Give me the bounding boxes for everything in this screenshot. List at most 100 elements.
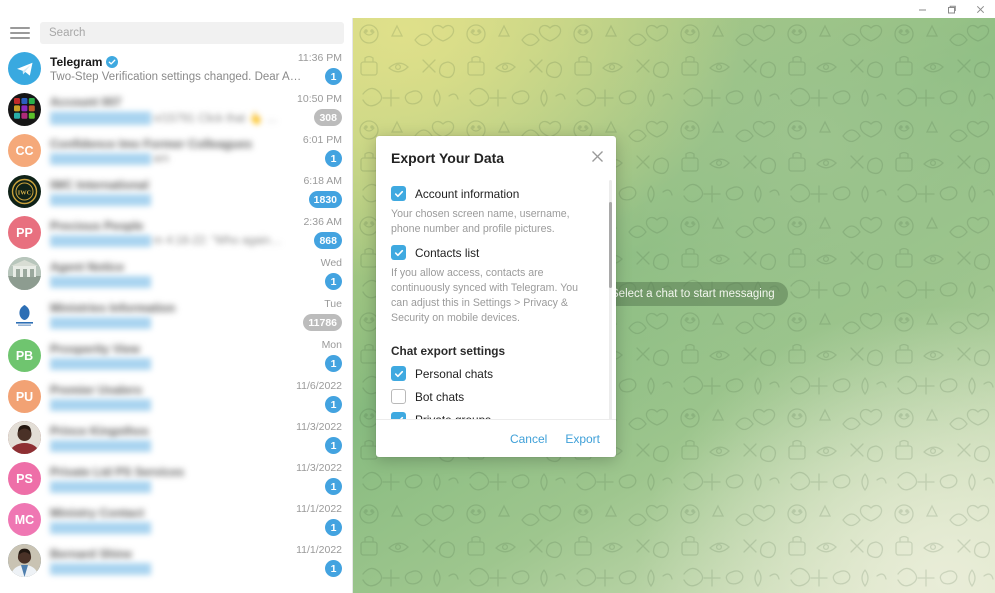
chat-option-label: Bot chats <box>415 389 465 404</box>
chat-item-name: Prince Kingsthos <box>50 423 149 438</box>
chat-item-time: 2:36 AM <box>303 216 342 228</box>
chat-item-preview: ██████████████ <box>50 562 151 575</box>
checkbox-row[interactable]: Account information <box>391 186 602 201</box>
avatar <box>8 544 41 577</box>
chat-item-time: 11/3/2022 <box>296 421 342 433</box>
chat-item-content: Confidence Imo Former Colleagues ████████… <box>50 137 342 165</box>
chat-item-preview: ██████████████ <box>50 398 151 411</box>
unread-badge: 1 <box>325 68 342 85</box>
chat-item-meta: 11/6/2022 1 <box>296 380 342 413</box>
chat-item-title-row: Prosperity View <box>50 342 342 356</box>
chat-item-meta: 11/3/2022 1 <box>296 462 342 495</box>
unread-badge: 1830 <box>308 191 342 208</box>
export-button[interactable]: Export <box>565 432 600 446</box>
chat-item-title-row: Agent Notice <box>50 260 342 274</box>
chat-item-title-row: Ministries Information <box>50 301 342 315</box>
chat-item-time: 11/1/2022 <box>296 544 342 556</box>
chat-checkbox-1[interactable] <box>391 366 406 382</box>
chat-item-name: Account 007 <box>50 94 122 109</box>
chat-item-name: Agent Notice <box>50 259 125 274</box>
sidebar-top-bar: Search <box>0 18 352 48</box>
chat-list-item[interactable]: Agent Notice ██████████████ Wed 1 <box>0 253 352 294</box>
chat-list-item[interactable]: PB Prosperity View ██████████████ Mon 1 <box>0 335 352 376</box>
telegram-desktop-window: Select a chat to start messaging Search … <box>0 0 995 593</box>
chat-item-time: 11/6/2022 <box>296 380 342 392</box>
chat-item-name: Prosperity View <box>50 341 140 356</box>
chat-option-row[interactable]: Private groups <box>391 412 602 419</box>
chat-option-row[interactable]: Personal chats <box>391 366 602 382</box>
cancel-button[interactable]: Cancel <box>510 432 547 446</box>
export-data-dialog: Export Your Data Account information Your… <box>376 136 616 457</box>
dialog-scrollbar[interactable] <box>609 180 612 419</box>
option-description: If you allow access, contacts are contin… <box>391 267 579 325</box>
chat-item-content: Agent Notice ██████████████ <box>50 260 342 288</box>
chat-item-content: Prosperity View ██████████████ <box>50 342 342 370</box>
avatar <box>8 93 41 126</box>
chat-checkbox-3[interactable] <box>391 412 406 419</box>
dialog-scrollbar-thumb[interactable] <box>609 202 612 288</box>
checkbox-2[interactable] <box>391 245 406 261</box>
chat-item-time: 11/3/2022 <box>296 462 342 474</box>
unread-badge: 1 <box>325 560 342 577</box>
chat-item-time: 11:36 PM <box>297 52 342 64</box>
chat-option-row[interactable]: Bot chats <box>391 389 602 405</box>
chat-item-meta: Mon 1 <box>322 339 342 372</box>
unread-badge: 1 <box>325 355 342 372</box>
chat-item-name: Bernard Shine <box>50 546 133 561</box>
unread-badge: 868 <box>314 232 342 249</box>
chat-list-item[interactable]: IWC IWC International ██████████████ 6:18 … <box>0 171 352 212</box>
chat-item-name: Confidence Imo Former Colleagues <box>50 136 253 151</box>
chat-item-name: Ministry Contact <box>50 505 145 520</box>
checkbox-row[interactable]: Contacts list <box>391 245 602 261</box>
chat-item-time: 6:18 AM <box>303 175 342 187</box>
close-icon[interactable] <box>589 148 605 164</box>
unread-badge: 11786 <box>303 314 342 331</box>
chat-item-name: Telegram <box>50 54 103 69</box>
checkbox-1[interactable] <box>391 186 406 201</box>
chat-item-title-row: Precious People <box>50 219 342 233</box>
chat-list-item[interactable]: PS Private Ltd PS Services ██████████████ … <box>0 458 352 499</box>
chat-list-item[interactable]: Bernard Shine ██████████████ 11/1/2022 1 <box>0 540 352 581</box>
chat-list-item[interactable]: Telegram Two-Step Verification settings c… <box>0 48 352 89</box>
chat-list-sidebar: Search Telegram Two-Step Verification set… <box>0 18 353 593</box>
chat-item-meta: 10:50 PM 308 <box>297 93 342 126</box>
avatar: MC <box>8 503 41 536</box>
unread-badge: 1 <box>325 519 342 536</box>
chat-list-item[interactable]: CC Confidence Imo Former Colleagues ██████… <box>0 130 352 171</box>
chat-item-time: 6:01 PM <box>302 134 342 146</box>
chat-item-meta: Tue 11786 <box>303 298 342 331</box>
dialog-body: Account information Your chosen screen na… <box>376 174 616 419</box>
avatar <box>8 257 41 290</box>
chat-list-item[interactable]: Account 007 ██████████████ n/15791 Click … <box>0 89 352 130</box>
search-input[interactable]: Search <box>40 22 344 44</box>
chat-item-meta: Wed 1 <box>321 257 342 290</box>
options-container: Account information Your chosen screen na… <box>391 186 602 419</box>
chat-list-item[interactable]: Ministries Information ██████████████ Tue… <box>0 294 352 335</box>
chat-item-time: 11/1/2022 <box>296 503 342 515</box>
unread-badge: 1 <box>325 273 342 290</box>
avatar: PU <box>8 380 41 413</box>
unread-badge: 1 <box>325 396 342 413</box>
avatar <box>8 52 41 85</box>
chat-item-time: 10:50 PM <box>297 93 342 105</box>
hamburger-menu-icon[interactable] <box>10 26 30 40</box>
checkbox-label: Contacts list <box>415 245 480 260</box>
chat-item-time: Tue <box>324 298 342 310</box>
avatar: PS <box>8 462 41 495</box>
chat-item-preview: ██████████████ <box>50 275 151 288</box>
restore-button[interactable] <box>937 0 966 18</box>
chat-list-item[interactable]: PU Premier Uvalero ██████████████ 11/6/202… <box>0 376 352 417</box>
select-chat-placeholder: Select a chat to start messaging <box>598 282 788 306</box>
close-button[interactable] <box>966 0 995 18</box>
chat-list-item[interactable]: Prince Kingsthos ██████████████ 11/3/2022… <box>0 417 352 458</box>
chat-item-preview: ██████████████ <box>50 480 151 493</box>
chat-item-preview: ██████████████ <box>50 193 151 206</box>
chat-item-preview: ██████████████ <box>50 439 151 452</box>
chat-list-item[interactable]: PP Precious People ██████████████ m 4:18-2… <box>0 212 352 253</box>
chat-list-item[interactable]: MC Ministry Contact ██████████████ 11/1/20… <box>0 499 352 540</box>
chat-item-name: IWC International <box>50 177 149 192</box>
chat-checkbox-2[interactable] <box>391 389 406 405</box>
minimize-button[interactable] <box>908 0 937 18</box>
unread-badge: 1 <box>325 478 342 495</box>
avatar <box>8 421 41 454</box>
